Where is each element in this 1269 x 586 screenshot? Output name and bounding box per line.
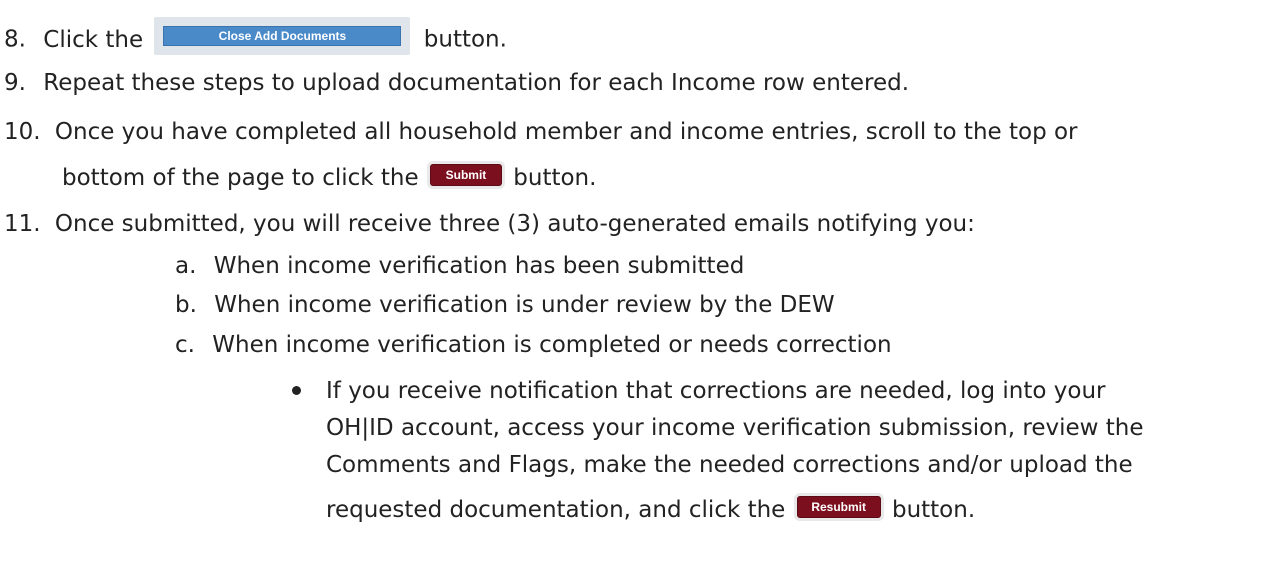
step-number: 9. <box>4 70 26 96</box>
step-8: 8. Click the Close Add Documents button. <box>4 17 507 55</box>
submit-button[interactable]: Submit <box>429 163 502 186</box>
bullet-icon <box>292 386 301 395</box>
sub-item-letter: b. <box>175 292 197 318</box>
step-text: button. <box>423 26 507 53</box>
close-add-documents-button[interactable]: Close Add Documents <box>154 17 411 55</box>
bullet-line-4: requested documentation, and click the R… <box>326 495 975 525</box>
sub-item-text: When income verification has been submit… <box>213 253 745 279</box>
sub-item-a: a. When income verification has been sub… <box>175 251 744 281</box>
bullet-line-1: If you receive notification that correct… <box>326 378 1106 404</box>
step-text: Once submitted, you will receive three (… <box>54 211 975 237</box>
bullet-line-2: OH|ID account, access your income verifi… <box>326 415 1144 441</box>
sub-item-text: When income verification is completed or… <box>212 332 892 358</box>
step-text: Repeat these steps to upload documentati… <box>43 70 910 96</box>
step-text: button. <box>513 165 597 191</box>
sub-item-text: When income verification is under review… <box>214 292 835 318</box>
bullet-line-3: Comments and Flags, make the needed corr… <box>326 452 1133 478</box>
sub-item-b: b. When income verification is under rev… <box>175 290 835 320</box>
sub-item-letter: a. <box>175 253 197 279</box>
step-text: Click the <box>43 26 144 53</box>
step-9: 9. Repeat these steps to upload document… <box>4 68 909 98</box>
step-10-continuation: bottom of the page to click the Submit b… <box>62 163 596 193</box>
step-number: 10. <box>4 119 41 145</box>
step-number: 11. <box>4 211 41 237</box>
step-10: 10. Once you have completed all househol… <box>4 117 1078 147</box>
sub-item-letter: c. <box>175 332 195 358</box>
bullet-text: requested documentation, and click the <box>326 497 786 523</box>
sub-item-c: c. When income verification is completed… <box>175 330 892 360</box>
step-text: bottom of the page to click the <box>62 165 419 191</box>
step-11: 11. Once submitted, you will receive thr… <box>4 209 975 239</box>
step-number: 8. <box>4 26 26 53</box>
step-text: Once you have completed all household me… <box>54 119 1078 145</box>
resubmit-button[interactable]: Resubmit <box>796 495 881 518</box>
bullet-text: button. <box>891 497 976 523</box>
